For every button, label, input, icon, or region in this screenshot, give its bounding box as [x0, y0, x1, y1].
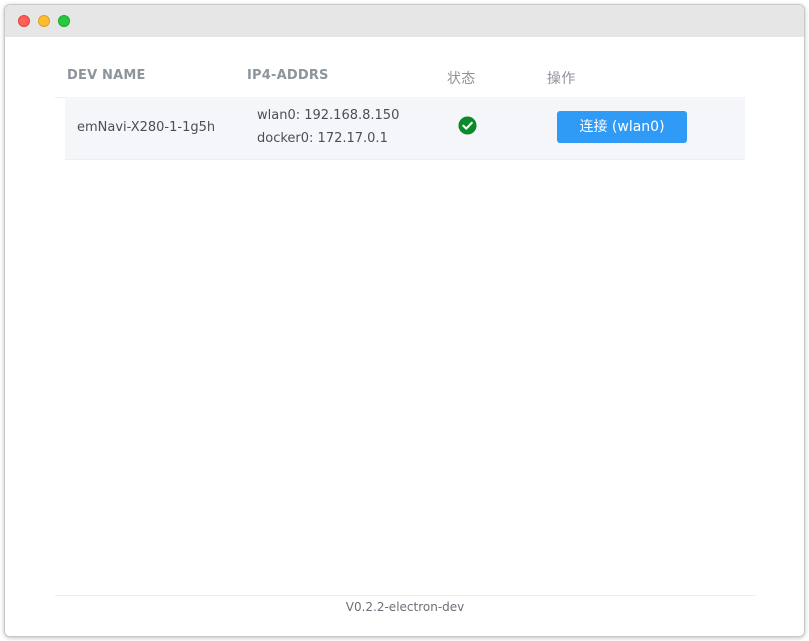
main-content: DEV NAME IP4-ADDRS 状态 操作 emNavi-X280-1-1…	[5, 37, 804, 636]
title-bar[interactable]	[5, 5, 804, 37]
header-ip4-addrs: IP4-ADDRS	[247, 68, 329, 83]
minimize-window-button[interactable]	[38, 15, 50, 27]
ip-address-wlan0: wlan0: 192.168.8.150	[257, 108, 400, 123]
table-row: emNavi-X280-1-1g5h wlan0: 192.168.8.150 …	[65, 97, 745, 160]
header-dev-name: DEV NAME	[67, 68, 146, 83]
app-window: DEV NAME IP4-ADDRS 状态 操作 emNavi-X280-1-1…	[4, 4, 805, 637]
header-action: 操作	[547, 71, 576, 87]
check-circle-icon	[458, 116, 477, 135]
ip-address-docker0: docker0: 172.17.0.1	[257, 131, 388, 146]
header-status: 状态	[447, 71, 476, 87]
device-table-header: DEV NAME IP4-ADDRS 状态 操作	[55, 59, 735, 98]
footer: V0.2.2-electron-dev	[55, 595, 755, 626]
version-label: V0.2.2-electron-dev	[345, 600, 465, 614]
connect-button[interactable]: 连接 (wlan0)	[557, 111, 687, 143]
device-name: emNavi-X280-1-1g5h	[77, 120, 216, 135]
maximize-window-button[interactable]	[58, 15, 70, 27]
close-window-button[interactable]	[18, 15, 30, 27]
